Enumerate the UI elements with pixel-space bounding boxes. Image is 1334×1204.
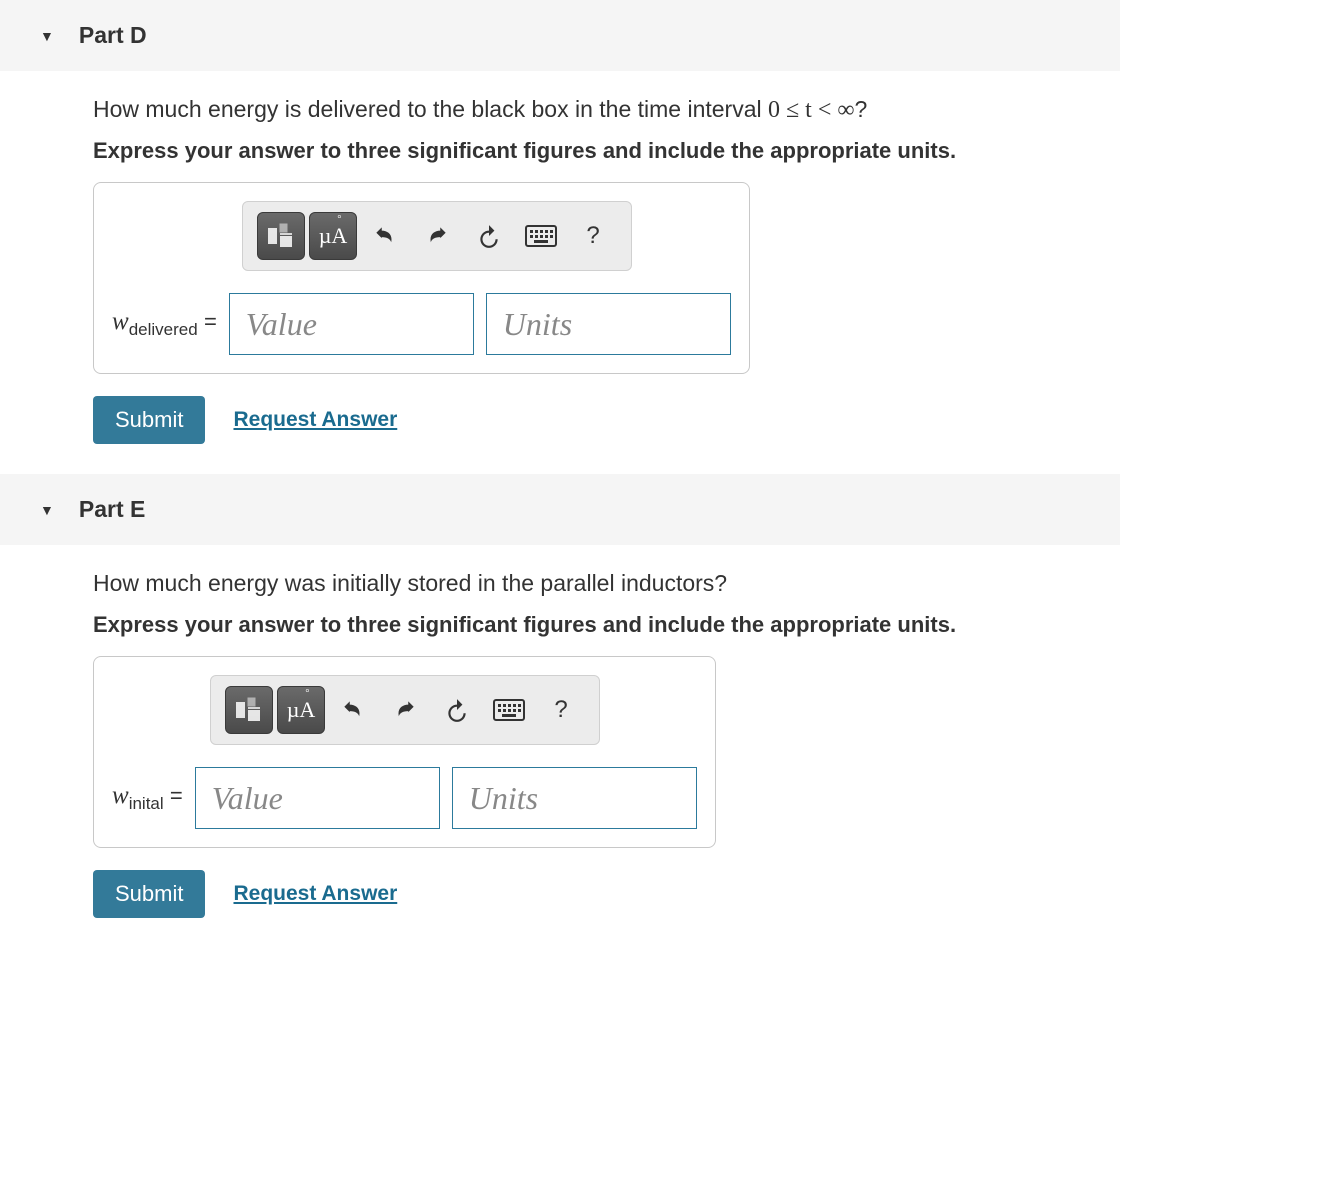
answer-box-d: µA° ? [93,182,750,374]
symbols-icon: µA° [287,697,316,723]
units-input-d[interactable] [486,293,731,355]
action-row-d: Submit Request Answer [93,396,1120,444]
help-button[interactable]: ? [569,212,617,260]
part-d-body: How much energy is delivered to the blac… [0,71,1120,444]
redo-button[interactable] [381,686,429,734]
reset-icon [444,697,470,723]
submit-button-d[interactable]: Submit [93,396,205,444]
part-e-header[interactable]: ▼ Part E [0,474,1120,545]
part-e-body: How much energy was initially stored in … [0,545,1120,918]
part-d-question: How much energy is delivered to the blac… [93,96,1120,124]
question-text-post: ? [854,96,867,122]
caret-down-icon: ▼ [40,28,54,44]
help-icon: ? [554,696,567,724]
action-row-e: Submit Request Answer [93,870,1120,918]
value-input-d[interactable] [229,293,474,355]
undo-icon [340,697,366,723]
reset-icon [476,223,502,249]
units-input-e[interactable] [452,767,697,829]
help-icon: ? [586,222,599,250]
symbols-button[interactable]: µA° [309,212,357,260]
caret-down-icon: ▼ [40,502,54,518]
symbols-icon: µA° [319,223,348,249]
input-row-d: wdelivered = [112,293,731,355]
question-text-pre: How much energy was initially stored in … [93,570,727,596]
undo-button[interactable] [329,686,377,734]
redo-icon [392,697,418,723]
question-math: 0 ≤ t < ∞ [768,97,854,123]
undo-button[interactable] [361,212,409,260]
part-d-header[interactable]: ▼ Part D [0,0,1120,71]
templates-button[interactable] [225,686,273,734]
value-input-e[interactable] [195,767,440,829]
part-d-hint: Express your answer to three significant… [93,138,1120,164]
answer-toolbar: µA° ? [242,201,632,271]
redo-button[interactable] [413,212,461,260]
input-row-e: winital = [112,767,697,829]
part-e-question: How much energy was initially stored in … [93,570,1120,598]
variable-label-d: wdelivered = [112,308,217,340]
templates-icon [266,221,296,251]
keyboard-button[interactable] [485,686,533,734]
undo-icon [372,223,398,249]
templates-button[interactable] [257,212,305,260]
part-e-hint: Express your answer to three significant… [93,612,1120,638]
request-answer-link-d[interactable]: Request Answer [233,408,397,432]
submit-button-e[interactable]: Submit [93,870,205,918]
reset-button[interactable] [433,686,481,734]
part-d-title: Part D [79,22,147,49]
redo-icon [424,223,450,249]
keyboard-icon [525,225,557,247]
keyboard-button[interactable] [517,212,565,260]
part-e: ▼ Part E How much energy was initially s… [0,474,1334,918]
part-e-title: Part E [79,496,145,523]
question-text-pre: How much energy is delivered to the blac… [93,96,768,122]
help-button[interactable]: ? [537,686,585,734]
templates-icon [234,695,264,725]
variable-label-e: winital = [112,782,183,814]
part-d: ▼ Part D How much energy is delivered to… [0,0,1334,444]
request-answer-link-e[interactable]: Request Answer [233,882,397,906]
keyboard-icon [493,699,525,721]
reset-button[interactable] [465,212,513,260]
answer-toolbar: µA° ? [210,675,600,745]
symbols-button[interactable]: µA° [277,686,325,734]
answer-box-e: µA° ? [93,656,716,848]
